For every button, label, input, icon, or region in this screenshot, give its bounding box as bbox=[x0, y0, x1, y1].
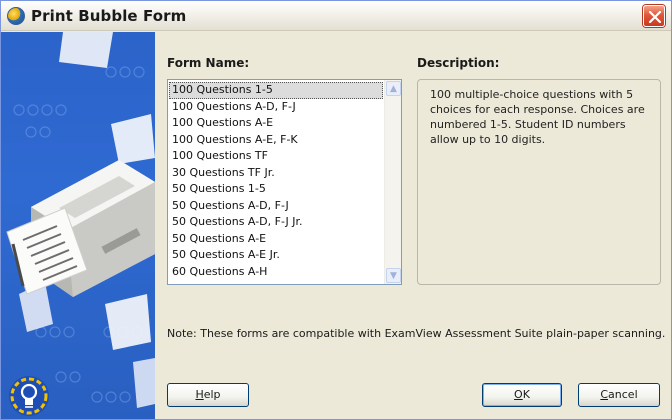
print-bubble-form-dialog: Print Bubble Form Form Name: Description… bbox=[0, 0, 672, 420]
list-item[interactable]: 100 Questions A-E bbox=[169, 115, 383, 132]
list-item[interactable]: 100 Questions A-D, F-J bbox=[169, 99, 383, 116]
list-item[interactable]: 100 Questions A-E, F-K bbox=[169, 132, 383, 149]
list-item[interactable]: 100 Questions 1-5 bbox=[169, 82, 383, 99]
description-label: Description: bbox=[417, 56, 500, 70]
ok-label-rest: K bbox=[522, 388, 530, 401]
help-label-rest: elp bbox=[203, 388, 221, 401]
cancel-mnemonic: C bbox=[600, 388, 609, 401]
list-item[interactable]: 100 Questions TF bbox=[169, 148, 383, 165]
compatibility-note: Note: These forms are compatible with Ex… bbox=[167, 327, 666, 340]
window-title: Print Bubble Form bbox=[31, 7, 187, 25]
app-globe-icon bbox=[7, 7, 25, 25]
list-item[interactable]: 50 Questions A-E Jr. bbox=[169, 247, 383, 264]
close-button[interactable] bbox=[643, 5, 665, 27]
list-item[interactable]: 50 Questions A-D, F-J bbox=[169, 198, 383, 215]
list-item[interactable]: 50 Questions A-D, F-J Jr. bbox=[169, 214, 383, 231]
list-scrollbar[interactable]: ▲ ▼ bbox=[384, 80, 401, 284]
help-mnemonic: H bbox=[195, 388, 204, 401]
list-item[interactable]: 50 Questions 1-5 bbox=[169, 181, 383, 198]
description-box: 100 multiple-choice questions with 5 cho… bbox=[417, 79, 661, 285]
cancel-label-rest: ancel bbox=[608, 388, 638, 401]
title-bar[interactable]: Print Bubble Form bbox=[1, 1, 671, 31]
lightbulb-icon bbox=[9, 376, 49, 416]
list-item[interactable]: 60 Questions A-H bbox=[169, 264, 383, 281]
scroll-up-button[interactable]: ▲ bbox=[386, 81, 401, 96]
help-button[interactable]: Help bbox=[167, 383, 249, 407]
form-name-listbox[interactable]: 100 Questions 1-5 100 Questions A-D, F-J 1… bbox=[167, 79, 402, 285]
ok-button[interactable]: OK bbox=[482, 383, 562, 407]
close-icon bbox=[649, 11, 661, 23]
scanner-illustration bbox=[6, 32, 155, 416]
ok-mnemonic: O bbox=[514, 388, 523, 401]
chevron-up-icon: ▲ bbox=[390, 84, 397, 94]
scroll-down-button[interactable]: ▼ bbox=[386, 268, 401, 283]
form-name-label: Form Name: bbox=[167, 56, 250, 70]
list-item[interactable]: 30 Questions TF Jr. bbox=[169, 165, 383, 182]
form-list: 100 Questions 1-5 100 Questions A-D, F-J 1… bbox=[169, 82, 383, 280]
side-banner-illustration bbox=[1, 32, 155, 419]
chevron-down-icon: ▼ bbox=[390, 271, 397, 281]
cancel-button[interactable]: Cancel bbox=[578, 383, 660, 407]
list-item[interactable]: 50 Questions A-E bbox=[169, 231, 383, 248]
description-text: 100 multiple-choice questions with 5 cho… bbox=[430, 88, 645, 146]
